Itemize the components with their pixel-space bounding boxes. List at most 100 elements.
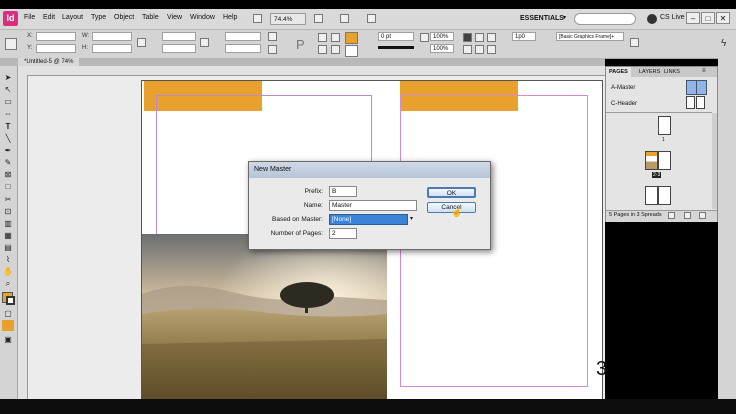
zoom-level-select[interactable]: 74.4% [270, 13, 306, 25]
fill-swatch[interactable] [345, 32, 358, 44]
tint-field[interactable]: 100% [430, 44, 454, 53]
menu-help[interactable]: Help [223, 14, 237, 21]
stroke-swatch[interactable] [345, 45, 358, 57]
menu-window[interactable]: Window [190, 14, 215, 21]
document-tab[interactable]: *Untitled-5 @ 74% [18, 58, 80, 66]
view-options-icon[interactable] [314, 14, 323, 23]
master-c-right-thumb[interactable] [696, 96, 705, 109]
h-field[interactable] [92, 44, 132, 53]
rectangle-frame-tool-icon[interactable]: ⊠ [2, 169, 14, 180]
direct-selection-tool-icon[interactable]: ↖ [2, 84, 14, 95]
menu-object[interactable]: Object [114, 14, 134, 21]
page-tool-icon[interactable]: ▭ [2, 96, 14, 107]
select-next-icon[interactable] [331, 45, 340, 54]
constrain-scale-icon[interactable] [200, 38, 209, 47]
panel-menu-icon[interactable]: ≡ [702, 68, 706, 74]
prefix-input[interactable]: B [329, 186, 357, 197]
rotate-ccw-icon[interactable] [268, 45, 277, 54]
stroke-type-select[interactable] [378, 46, 414, 49]
text-wrap-icon[interactable] [487, 45, 496, 54]
pencil-tool-icon[interactable]: ✎ [2, 157, 14, 168]
hand-tool-icon[interactable]: ✋ [2, 266, 14, 277]
tab-links[interactable]: LINKS [661, 67, 683, 77]
stroke-swatch-tool[interactable] [6, 296, 15, 305]
line-tool-icon[interactable]: ╲ [2, 133, 14, 144]
name-input[interactable]: Master [329, 200, 417, 211]
dropdown-arrow-icon[interactable]: ▾ [410, 215, 413, 222]
scale-y-field[interactable] [162, 44, 196, 53]
shear-field[interactable] [225, 44, 261, 53]
menu-type[interactable]: Type [91, 14, 106, 21]
zoom-tool-icon[interactable]: ⌕ [2, 278, 14, 289]
page-4-thumb[interactable] [645, 186, 658, 205]
workspace-switcher[interactable]: ESSENTIALS [520, 12, 564, 26]
page-2-thumb[interactable] [645, 151, 658, 170]
formatting-container-icon[interactable]: ▢ [2, 308, 14, 319]
y-field[interactable] [36, 44, 76, 53]
fit-content-icon[interactable] [475, 33, 484, 42]
stroke-weight-field[interactable]: 0 pt [378, 32, 414, 41]
page-1-thumb[interactable] [658, 116, 671, 135]
pen-tool-icon[interactable]: ✒ [2, 145, 14, 156]
w-field[interactable] [92, 32, 132, 41]
center-content-icon[interactable] [487, 33, 496, 42]
delete-page-icon[interactable] [699, 212, 706, 219]
tab-pages[interactable]: PAGES [606, 67, 631, 77]
apply-color-icon[interactable] [2, 320, 14, 331]
rectangle-tool-icon[interactable]: □ [2, 181, 14, 192]
master-c[interactable]: C-Header [611, 101, 637, 107]
close-button[interactable]: ✕ [716, 12, 730, 24]
normal-view-icon[interactable]: ▣ [2, 334, 14, 345]
screen-mode-icon[interactable] [340, 14, 349, 23]
master-c-left-thumb[interactable] [686, 96, 695, 109]
eyedropper-tool-icon[interactable]: ⌇ [2, 254, 14, 265]
panel-menu-icon[interactable] [630, 38, 639, 47]
type-on-path-icon[interactable]: P [296, 37, 305, 52]
corner-size-field[interactable]: 1p0 [512, 32, 536, 41]
based-on-master-select[interactable]: [None] [329, 214, 408, 225]
cs-live-link[interactable]: CS Live [660, 14, 685, 21]
effects-icon[interactable] [420, 33, 429, 42]
tab-layers[interactable]: LAYERS [636, 67, 663, 77]
page-3-thumb[interactable] [658, 151, 671, 170]
scale-x-field[interactable] [162, 32, 196, 41]
type-tool-icon[interactable]: T [2, 121, 14, 132]
note-tool-icon[interactable]: ▤ [2, 242, 14, 253]
menu-table[interactable]: Table [142, 14, 159, 21]
select-previous-icon[interactable] [331, 33, 340, 42]
reference-point-icon[interactable] [5, 38, 17, 50]
select-container-icon[interactable] [318, 33, 327, 42]
master-a[interactable]: A-Master [611, 85, 635, 91]
maximize-button[interactable]: □ [701, 12, 715, 24]
object-style-select[interactable]: [Basic Graphics Frame]+ [556, 32, 624, 41]
menu-view[interactable]: View [167, 14, 182, 21]
gradient-tool-icon[interactable]: ▥ [2, 218, 14, 229]
free-transform-tool-icon[interactable]: ⊡ [2, 206, 14, 217]
minimize-button[interactable]: – [686, 12, 700, 24]
edit-page-size-icon[interactable] [668, 212, 675, 219]
master-a-right-thumb[interactable] [696, 80, 707, 95]
scissors-tool-icon[interactable]: ✂ [2, 194, 14, 205]
new-page-icon[interactable] [684, 212, 691, 219]
panel-scrollbar[interactable] [712, 113, 717, 209]
number-of-pages-input[interactable]: 2 [329, 228, 357, 239]
ok-button[interactable]: OK [427, 187, 476, 198]
x-field[interactable] [36, 32, 76, 41]
select-content-icon[interactable] [318, 45, 327, 54]
fit-frame-icon[interactable] [463, 33, 472, 42]
opacity-field[interactable]: 100% [430, 32, 454, 41]
fill-frame-icon[interactable] [463, 45, 472, 54]
menu-layout[interactable]: Layout [62, 14, 83, 21]
selection-tool-icon[interactable]: ➤ [2, 72, 14, 83]
lightning-icon[interactable]: ϟ [721, 38, 726, 49]
menu-file[interactable]: File [24, 14, 35, 21]
rotate-cw-icon[interactable] [268, 32, 277, 41]
bridge-icon[interactable] [253, 14, 262, 23]
page-5-thumb[interactable] [658, 186, 671, 205]
constrain-proportions-icon[interactable] [137, 38, 146, 47]
gap-tool-icon[interactable]: ⇔ [2, 108, 14, 119]
search-input[interactable] [574, 13, 636, 25]
menu-edit[interactable]: Edit [43, 14, 55, 21]
gradient-feather-tool-icon[interactable]: ▦ [2, 230, 14, 241]
rotation-field[interactable] [225, 32, 261, 41]
